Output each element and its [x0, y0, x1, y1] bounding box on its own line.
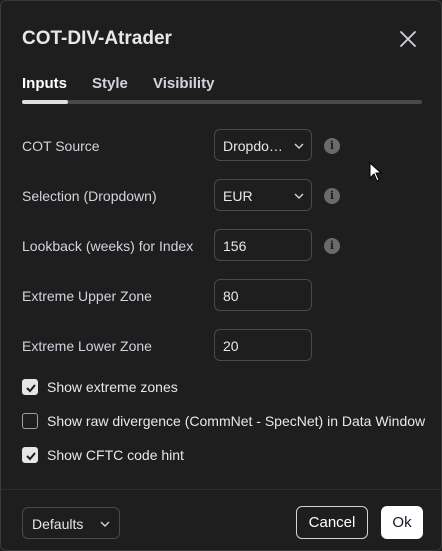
tab-visibility[interactable]: Visibility	[153, 75, 214, 92]
lookback-input[interactable]: 156	[214, 229, 312, 261]
active-tab-indicator	[22, 100, 68, 104]
ok-button[interactable]: Ok	[381, 506, 423, 539]
lower-zone-label: Extreme Lower Zone	[22, 338, 152, 354]
defaults-dropdown[interactable]: Defaults	[22, 507, 120, 539]
checkbox-label: Show CFTC code hint	[47, 447, 184, 463]
footer-divider	[1, 489, 441, 490]
chevron-down-icon	[294, 193, 304, 199]
tab-style[interactable]: Style	[92, 75, 128, 92]
checkbox-label: Show extreme zones	[47, 379, 178, 395]
lower-zone-value: 20	[223, 338, 239, 354]
selection-dropdown[interactable]: EUR	[214, 179, 312, 211]
upper-zone-label: Extreme Upper Zone	[22, 288, 152, 304]
info-icon[interactable]: i	[324, 138, 340, 154]
cot-source-dropdown[interactable]: Dropdo…	[214, 129, 312, 161]
selection-value: EUR	[223, 188, 253, 204]
checkbox-unchecked[interactable]	[22, 413, 38, 429]
info-icon[interactable]: i	[324, 188, 340, 204]
check-icon	[26, 384, 36, 393]
tab-inputs[interactable]: Inputs	[22, 75, 67, 92]
upper-zone-input[interactable]: 80	[214, 279, 312, 311]
cot-source-value: Dropdo…	[223, 138, 283, 154]
cot-source-label: COT Source	[22, 138, 100, 154]
checkbox-checked[interactable]	[22, 447, 38, 463]
upper-zone-value: 80	[223, 288, 239, 304]
lower-zone-input[interactable]: 20	[214, 329, 312, 361]
mouse-cursor-icon	[369, 162, 383, 182]
cancel-button[interactable]: Cancel	[296, 506, 368, 539]
close-icon[interactable]	[397, 28, 419, 50]
lookback-value: 156	[223, 238, 247, 254]
lookback-label: Lookback (weeks) for Index	[22, 238, 194, 254]
info-icon[interactable]: i	[324, 238, 340, 254]
checkbox-label: Show raw divergence (CommNet - SpecNet) …	[47, 413, 426, 429]
chevron-down-icon	[100, 521, 110, 527]
check-icon	[26, 452, 36, 461]
indicator-settings-dialog: COT-DIV-Atrader Inputs Style Visibility …	[0, 0, 442, 551]
dialog-title: COT-DIV-Atrader	[22, 28, 172, 49]
tab-track	[22, 100, 422, 104]
selection-label: Selection (Dropdown)	[22, 188, 157, 204]
checkbox-checked[interactable]	[22, 379, 38, 395]
defaults-label: Defaults	[32, 516, 84, 532]
chevron-down-icon	[294, 143, 304, 149]
